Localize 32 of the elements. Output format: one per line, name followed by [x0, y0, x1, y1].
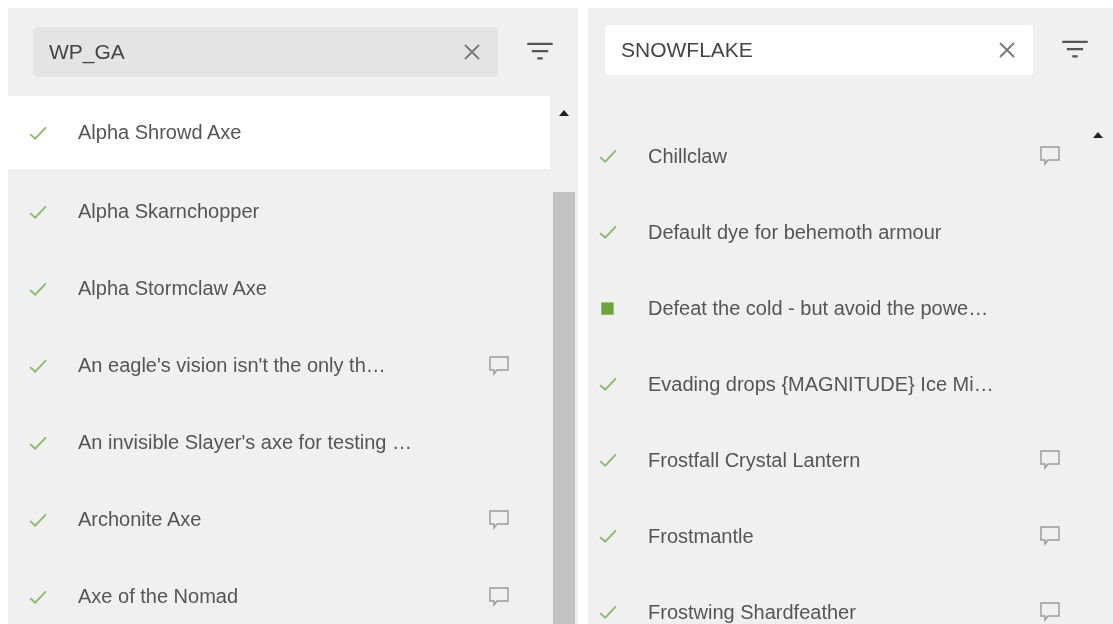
- close-icon[interactable]: [997, 40, 1017, 60]
- comment-icon[interactable]: [1039, 525, 1061, 547]
- comment-icon[interactable]: [1039, 449, 1061, 471]
- comment-icon[interactable]: [488, 508, 510, 531]
- list-item[interactable]: Alpha Stormclaw Axe: [8, 250, 550, 327]
- close-icon[interactable]: [462, 42, 482, 62]
- scroll-up-icon[interactable]: [1093, 132, 1103, 138]
- list-item[interactable]: Default dye for behemoth armour: [588, 194, 1083, 270]
- list-item[interactable]: An eagle's vision isn't the only th…: [8, 327, 550, 404]
- scrollbar-thumb[interactable]: [553, 192, 575, 624]
- list-item[interactable]: Chillclaw: [588, 118, 1083, 194]
- list-item[interactable]: Alpha Shrowd Axe: [8, 96, 550, 169]
- search-field[interactable]: WP_GA: [33, 27, 498, 77]
- comment-icon[interactable]: [1039, 601, 1061, 623]
- comment-icon[interactable]: [488, 354, 510, 377]
- comment-icon[interactable]: [1039, 145, 1061, 167]
- list-item[interactable]: Axe of the Nomad: [8, 558, 550, 624]
- search-field[interactable]: SNOWFLAKE: [605, 25, 1033, 75]
- filter-icon[interactable]: [1061, 40, 1089, 60]
- list-item[interactable]: Frostmantle: [588, 498, 1083, 574]
- list-item[interactable]: Archonite Axe: [8, 481, 550, 558]
- list-item[interactable]: An invisible Slayer's axe for testing …: [8, 404, 550, 481]
- comment-icon[interactable]: [488, 585, 510, 608]
- search-value: SNOWFLAKE: [621, 38, 754, 62]
- scroll-up-icon[interactable]: [559, 110, 569, 116]
- list-item[interactable]: Frostfall Crystal Lantern: [588, 422, 1083, 498]
- search-value: WP_GA: [49, 40, 126, 64]
- list-item[interactable]: Evading drops {MAGNITUDE} Ice Mi…: [588, 346, 1083, 422]
- list-item[interactable]: Alpha Skarnchopper: [8, 173, 550, 250]
- list-item[interactable]: Frostwing Shardfeather: [588, 574, 1083, 624]
- list-item[interactable]: Defeat the cold - but avoid the powe…: [588, 270, 1083, 346]
- filter-icon[interactable]: [526, 42, 554, 62]
